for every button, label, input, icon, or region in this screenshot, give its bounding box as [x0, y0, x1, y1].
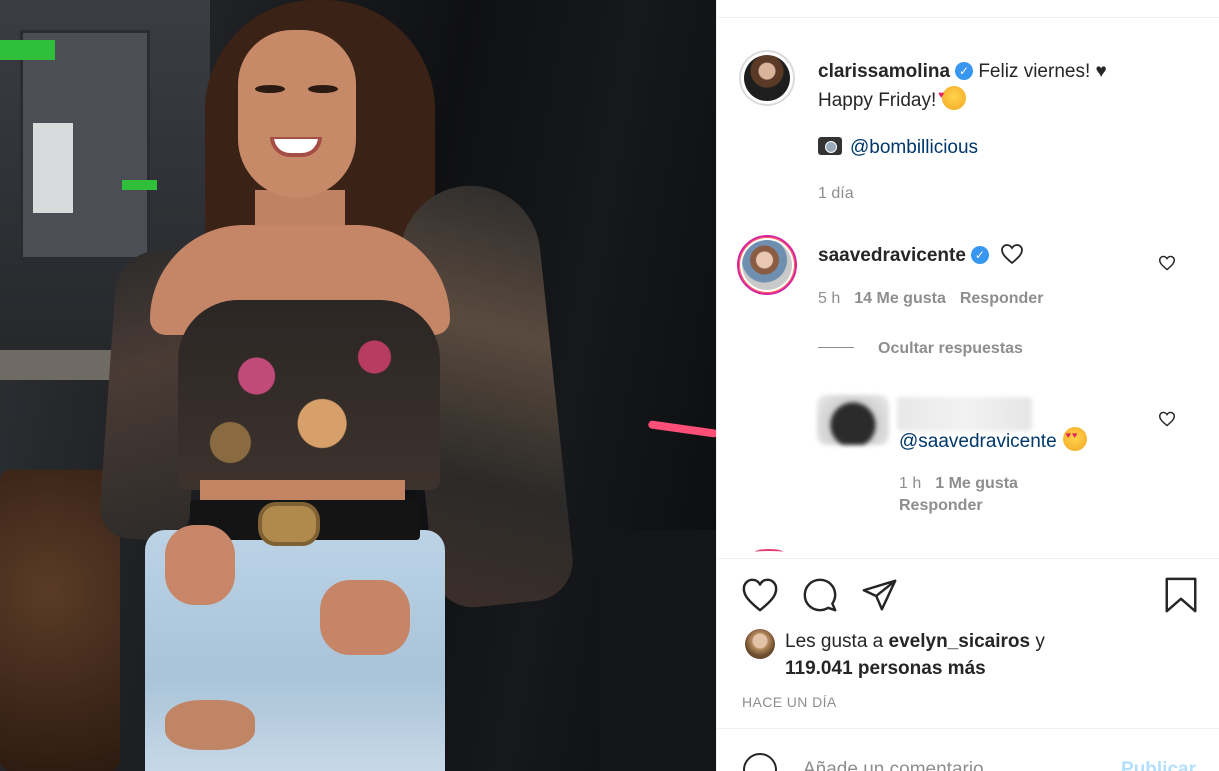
actions-divider	[717, 558, 1219, 559]
bookmark-icon[interactable]	[1162, 576, 1200, 614]
comment-likes-count[interactable]: 14 Me gusta	[854, 290, 946, 307]
publish-button[interactable]: Publicar	[1121, 759, 1196, 771]
reply-username-blurred[interactable]	[897, 397, 1032, 431]
hide-replies-label: Ocultar respuestas	[878, 340, 1023, 357]
caption: clarissamolina ✓ Feliz viernes! ♥ Happy F…	[818, 58, 1198, 115]
photo-figure-eye	[308, 85, 338, 93]
author-username[interactable]: clarissamolina	[818, 61, 950, 82]
post-photo[interactable]	[0, 0, 716, 771]
photo-figure-jeans-rip	[165, 700, 255, 750]
smiling-face-hearts-icon	[938, 82, 967, 110]
heart-eyes-icon	[1062, 427, 1087, 451]
liker-avatar[interactable]	[745, 629, 775, 659]
likes-first-user[interactable]: evelyn_sicairos	[889, 631, 1031, 652]
comment-bubble-icon[interactable]	[801, 576, 839, 614]
photo-bg-tag	[0, 40, 55, 60]
camera-icon	[818, 137, 842, 155]
post-timestamp[interactable]: HACE UN DÍA	[742, 694, 837, 710]
comment-like-heart-icon[interactable]	[1158, 255, 1176, 271]
reply-meta: 1 h 1 Me gusta Responder	[899, 473, 1018, 517]
next-comment-avatar-peek	[755, 549, 783, 555]
photo-figure-hand	[320, 580, 410, 655]
likes-others-count[interactable]: 119.041 personas más	[785, 658, 986, 679]
reply-text: @saavedravicente	[899, 427, 1087, 453]
caption-photo-credit: @bombillicious	[818, 137, 978, 159]
replies-divider	[818, 347, 854, 348]
verified-badge-icon: ✓	[970, 246, 989, 264]
comment-header: saavedravicente ✓	[818, 243, 1025, 267]
heart-outline-icon	[1001, 244, 1024, 265]
reply-reply-button[interactable]: Responder	[899, 497, 983, 514]
reply-mention-link[interactable]: @saavedravicente	[899, 431, 1057, 452]
comment-input[interactable]: Añade un comentario...	[803, 759, 999, 771]
comment-box: Añade un comentario... Publicar	[717, 728, 1219, 771]
photo-bg-monitor	[20, 30, 150, 260]
photo-credit-link[interactable]: @bombillicious	[850, 137, 978, 158]
likes-prefix: Les gusta a	[785, 631, 889, 652]
author-avatar[interactable]	[739, 50, 795, 106]
photo-figure-hand	[165, 525, 235, 605]
heart-icon[interactable]	[741, 576, 779, 614]
reply-time[interactable]: 1 h	[899, 475, 921, 492]
photo-figure-buckle	[258, 502, 320, 546]
caption-text-line2: Happy Friday!	[818, 90, 937, 111]
comment-reply-button[interactable]: Responder	[960, 290, 1044, 307]
paper-plane-icon[interactable]	[861, 576, 899, 614]
photo-figure-eye	[255, 85, 285, 93]
commenter-username[interactable]: saavedravicente	[818, 245, 966, 266]
photo-bg-crate	[600, 530, 716, 771]
smiley-icon[interactable]	[743, 753, 777, 771]
likes-suffix: y	[1030, 631, 1045, 652]
hide-replies-toggle[interactable]: Ocultar respuestas	[818, 340, 1023, 358]
comment-time[interactable]: 5 h	[818, 290, 840, 307]
photo-figure-face	[238, 30, 356, 198]
caption-text-line1: Feliz viernes! ♥	[978, 61, 1107, 82]
photo-bg-tag	[122, 180, 157, 190]
verified-badge-icon: ✓	[955, 62, 974, 80]
commenter-avatar[interactable]	[737, 235, 797, 295]
photo-figure-top	[178, 300, 440, 490]
photo-bg-neon	[647, 420, 716, 438]
reply-likes-count[interactable]: 1 Me gusta	[935, 475, 1018, 492]
comment-meta: 5 h 14 Me gusta Responder	[818, 290, 1043, 308]
caption-time[interactable]: 1 día	[818, 185, 854, 203]
reply-avatar-blurred[interactable]	[817, 395, 889, 445]
reply-like-heart-icon[interactable]	[1158, 411, 1176, 427]
likes-summary: Les gusta a evelyn_sicairos y 119.041 pe…	[785, 628, 1045, 682]
post-sidebar: clarissamolina ✓ Feliz viernes! ♥ Happy F…	[716, 0, 1219, 771]
post-header	[717, 0, 1219, 18]
